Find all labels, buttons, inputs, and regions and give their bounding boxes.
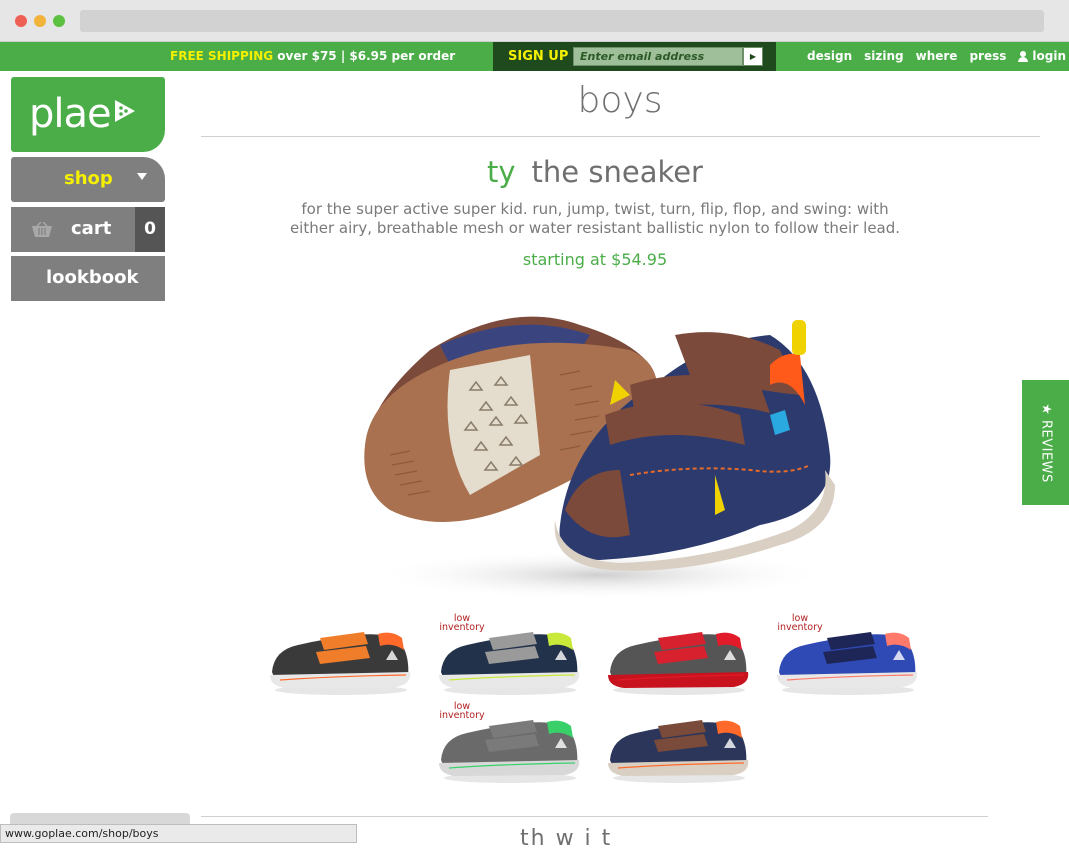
shipping-details: over $75 | $6.95 per order (277, 49, 456, 63)
email-input[interactable] (573, 47, 743, 66)
status-bar-url: www.goplae.com/shop/boys (0, 824, 357, 843)
maximize-window-button[interactable] (53, 15, 65, 27)
logo-mark-icon (114, 100, 135, 122)
shop-label: shop (64, 168, 113, 189)
product-model: ty (487, 155, 516, 189)
login-link[interactable]: login (1018, 49, 1066, 63)
shop-menu-button[interactable]: shop (11, 157, 165, 202)
user-icon (1018, 50, 1029, 62)
product-description: for the super active super kid. run, jum… (289, 200, 901, 237)
nav-press-link[interactable]: press (969, 49, 1006, 63)
nav-where-link[interactable]: where (916, 49, 958, 63)
login-label: login (1032, 49, 1066, 63)
low-inventory-badge: low inventory (439, 613, 485, 633)
free-shipping-label: FREE SHIPPING (170, 49, 274, 63)
low-inventory-badge: low inventory (439, 701, 485, 721)
cart-button[interactable]: cart 0 (11, 207, 165, 252)
swatch-red-gray[interactable] (606, 620, 752, 698)
swatch-brown-navy[interactable] (606, 708, 752, 786)
reviews-label: ★ REVIEWS (1038, 402, 1053, 483)
lookbook-label: lookbook (46, 267, 139, 288)
hero-product-image[interactable] (330, 295, 850, 610)
shipping-banner: FREE SHIPPING over $75 | $6.95 per order (170, 49, 455, 63)
nav-design-link[interactable]: design (807, 49, 852, 63)
swatch-black-orange[interactable] (268, 620, 414, 698)
cart-label: cart (71, 218, 112, 239)
top-bar: FREE SHIPPING over $75 | $6.95 per order… (0, 42, 1069, 71)
title-divider (201, 136, 1040, 137)
plae-logo[interactable]: plae (11, 77, 165, 152)
address-bar[interactable] (80, 10, 1044, 32)
close-window-button[interactable] (15, 15, 27, 27)
basket-icon (32, 222, 52, 237)
logo-text: plae (29, 91, 112, 137)
signup-label: SIGN UP (508, 49, 569, 64)
top-nav: design sizing where press login (807, 49, 1066, 63)
reviews-tab[interactable]: ★ REVIEWS (1022, 380, 1069, 505)
minimize-window-button[interactable] (34, 15, 46, 27)
lookbook-button[interactable]: lookbook (11, 256, 165, 301)
product-price: starting at $54.95 (522, 250, 668, 269)
chevron-down-icon (137, 173, 147, 180)
newsletter-signup: SIGN UP ▶ (493, 42, 776, 71)
product-name: the sneaker (531, 155, 703, 189)
section-divider (201, 816, 988, 817)
low-inventory-badge: low inventory (777, 613, 823, 633)
nav-sizing-link[interactable]: sizing (864, 49, 904, 63)
product-heading: ty the sneaker (200, 155, 990, 189)
browser-chrome (0, 0, 1069, 42)
next-section-heading: th w i t (520, 826, 613, 851)
cart-count-badge: 0 (135, 207, 165, 252)
signup-submit-button[interactable]: ▶ (743, 47, 763, 66)
page-title: boys (577, 80, 663, 121)
